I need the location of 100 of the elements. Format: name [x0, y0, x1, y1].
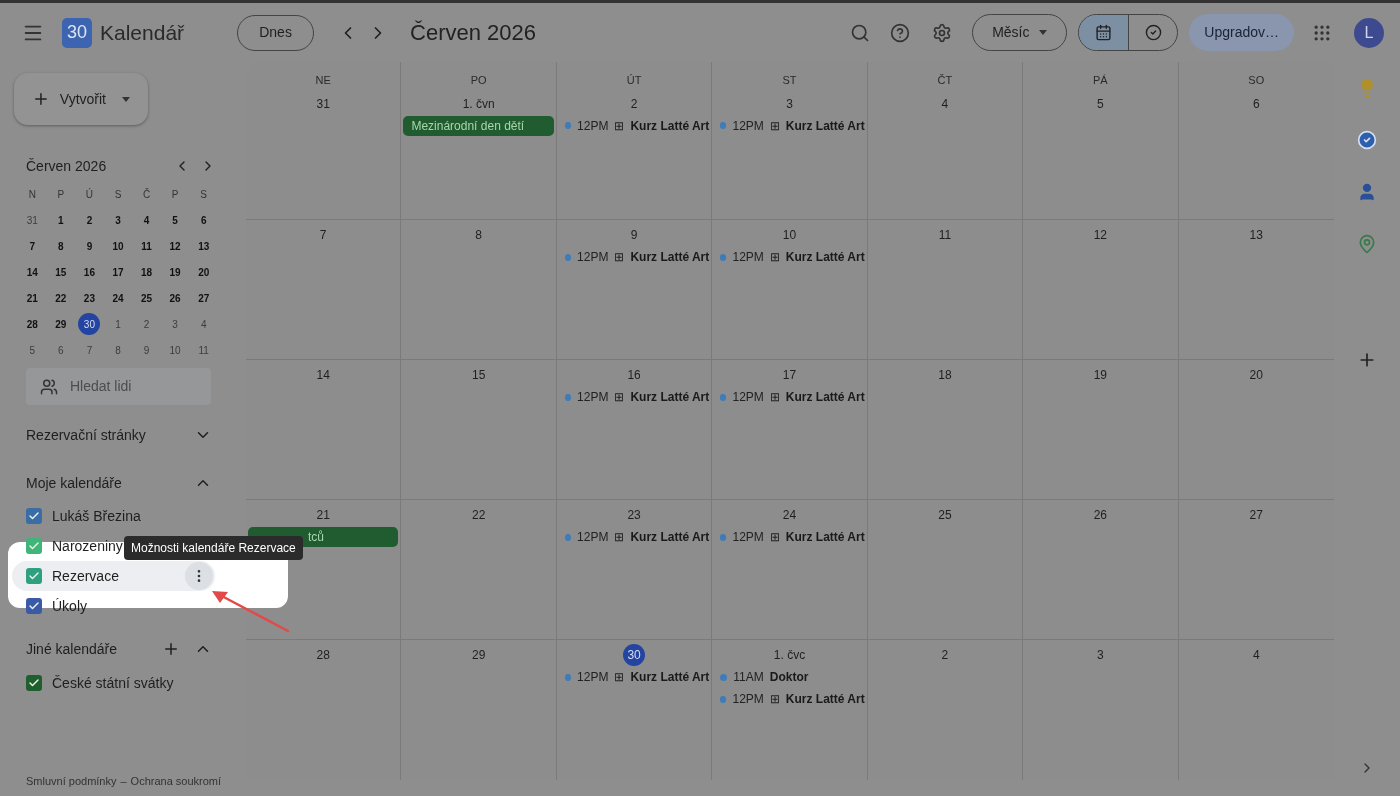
day-number[interactable]: 30	[623, 644, 646, 666]
mini-calendar-day[interactable]: 9	[78, 235, 101, 257]
day-number[interactable]: 20	[1247, 364, 1265, 386]
timed-event[interactable]: 12PM ⊞ Kurz Latté Art	[714, 527, 865, 547]
mini-calendar-day[interactable]: 27	[192, 287, 215, 309]
day-number[interactable]: 31	[314, 92, 332, 115]
day-number[interactable]: 13	[1247, 224, 1265, 246]
mini-calendar-day[interactable]: 16	[78, 261, 101, 283]
terms-link[interactable]: Smluvní podmínky	[26, 772, 117, 790]
day-number[interactable]: 26	[1091, 504, 1110, 526]
mini-calendar-day[interactable]: 2	[135, 313, 158, 335]
day-number[interactable]: 23	[625, 504, 643, 526]
mini-calendar-day[interactable]: 6	[49, 339, 72, 361]
mini-calendar-day[interactable]: 24	[107, 287, 129, 309]
mini-calendar-day[interactable]: 23	[78, 287, 101, 309]
day-number[interactable]: 12	[1091, 224, 1110, 246]
mini-calendar-day[interactable]: 10	[107, 235, 129, 257]
mini-calendar-day[interactable]: 22	[49, 287, 72, 309]
mini-calendar-day[interactable]: 29	[49, 313, 72, 335]
calendar-row[interactable]: Rezervace	[12, 561, 215, 591]
mini-calendar-day[interactable]: 6	[192, 209, 215, 231]
day-number[interactable]: 2	[628, 92, 640, 115]
day-number[interactable]: 27	[1247, 504, 1265, 526]
mini-calendar-day[interactable]: 1	[49, 209, 72, 231]
mini-calendar-day[interactable]: 8	[49, 235, 72, 257]
timed-event[interactable]: 12PM ⊞ Kurz Latté Art	[558, 387, 710, 407]
mini-calendar-day[interactable]: 5	[164, 209, 187, 231]
day-number[interactable]: 8	[473, 224, 484, 246]
add-calendar-button[interactable]	[162, 640, 180, 658]
mini-calendar-day[interactable]: 25	[135, 287, 158, 309]
day-number[interactable]: 3	[784, 92, 795, 115]
calendar-view-toggle[interactable]	[1079, 15, 1129, 50]
day-number[interactable]: 6	[1250, 92, 1262, 115]
all-day-event[interactable]: Mezinárodní den dětí	[403, 115, 554, 136]
mini-calendar-day[interactable]: 12	[164, 235, 187, 257]
mini-calendar-day[interactable]: 15	[49, 261, 72, 283]
timed-event[interactable]: 12PM ⊞ Kurz Latté Art	[714, 689, 865, 709]
day-number[interactable]: 24	[780, 504, 799, 526]
day-number[interactable]: 2	[939, 644, 951, 666]
mini-calendar-day[interactable]: 3	[164, 313, 187, 335]
mini-calendar-day[interactable]: 18	[135, 261, 158, 283]
day-number[interactable]: 1. čvc	[771, 644, 808, 666]
day-number[interactable]: 5	[1095, 92, 1106, 115]
timed-event[interactable]: 12PM ⊞ Kurz Latté Art	[714, 247, 865, 267]
timed-event[interactable]: 12PM ⊞ Kurz Latté Art	[714, 115, 865, 136]
more-options-button[interactable]	[185, 562, 213, 590]
checkbox[interactable]	[26, 568, 42, 584]
day-number[interactable]: 7	[317, 224, 329, 246]
day-number[interactable]: 4	[1250, 644, 1262, 666]
timed-event[interactable]: 12PM ⊞ Kurz Latté Art	[558, 115, 710, 136]
mini-calendar-day[interactable]: 21	[21, 287, 44, 309]
day-number[interactable]: 22	[469, 504, 488, 526]
upgrade-button[interactable]: Upgradov…	[1189, 14, 1294, 51]
mini-calendar-day[interactable]: 3	[107, 209, 129, 231]
mini-calendar-day[interactable]: 11	[135, 235, 158, 257]
day-number[interactable]: 18	[936, 364, 954, 386]
mini-calendar-day[interactable]: 4	[135, 209, 158, 231]
mini-calendar-day[interactable]: 4	[192, 313, 215, 335]
day-number[interactable]: 10	[780, 224, 799, 246]
mini-calendar-day[interactable]: 14	[21, 261, 44, 283]
day-number[interactable]: 19	[1091, 364, 1110, 386]
timed-event[interactable]: 12PM ⊞ Kurz Latté Art	[558, 667, 710, 687]
search-button[interactable]	[850, 22, 871, 43]
timed-event[interactable]: 12PM ⊞ Kurz Latté Art	[558, 527, 710, 547]
day-number[interactable]: 11	[936, 224, 954, 246]
mini-calendar-day[interactable]: 1	[107, 313, 129, 335]
mini-calendar-day[interactable]: 31	[21, 209, 44, 231]
people-search-field[interactable]: Hledat lidi	[26, 368, 211, 405]
mini-calendar-day[interactable]: 17	[107, 261, 129, 283]
day-number[interactable]: 1. čvn	[460, 92, 497, 115]
mini-calendar-day[interactable]: 26	[164, 287, 187, 309]
day-number[interactable]: 21	[314, 504, 332, 526]
day-number[interactable]: 9	[628, 224, 640, 246]
checkbox[interactable]	[26, 538, 42, 554]
day-number[interactable]: 15	[469, 364, 488, 386]
day-number[interactable]: 25	[936, 504, 954, 526]
mini-calendar-day[interactable]: 10	[164, 339, 187, 361]
mini-calendar-day[interactable]: 9	[135, 339, 158, 361]
mini-calendar-day[interactable]: 7	[78, 339, 101, 361]
mini-calendar-day[interactable]: 30	[78, 313, 101, 335]
help-button[interactable]	[890, 22, 911, 43]
settings-button[interactable]	[932, 22, 953, 43]
day-number[interactable]: 17	[780, 364, 799, 386]
day-number[interactable]: 14	[314, 364, 332, 386]
checkbox[interactable]	[26, 598, 42, 614]
day-number[interactable]: 16	[625, 364, 643, 386]
day-number[interactable]: 3	[1095, 644, 1106, 666]
day-number[interactable]: 29	[469, 644, 488, 666]
timed-event[interactable]: 11AM Doktor	[714, 667, 865, 687]
mini-calendar-day[interactable]: 19	[164, 261, 187, 283]
mini-calendar-day[interactable]: 5	[21, 339, 44, 361]
avatar[interactable]: L	[1354, 17, 1384, 48]
mini-calendar-day[interactable]: 7	[21, 235, 44, 257]
mini-calendar-day[interactable]: 8	[107, 339, 129, 361]
mini-calendar-day[interactable]: 2	[78, 209, 101, 231]
checkbox[interactable]	[26, 675, 42, 691]
checkbox[interactable]	[26, 508, 42, 524]
day-number[interactable]: 4	[939, 92, 951, 115]
timed-event[interactable]: 12PM ⊞ Kurz Latté Art	[714, 387, 865, 407]
mini-calendar-day[interactable]: 11	[192, 339, 215, 361]
